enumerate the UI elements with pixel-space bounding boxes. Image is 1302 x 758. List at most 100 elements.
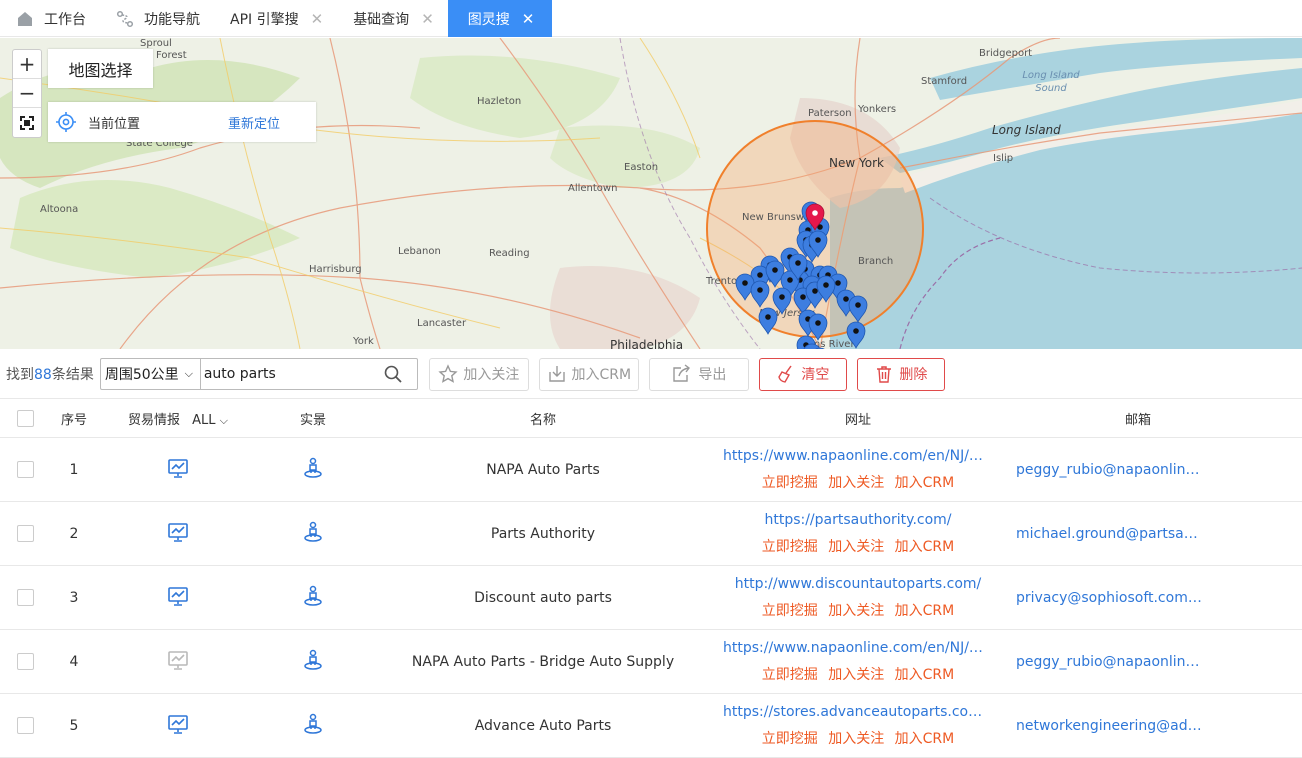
add-follow-link[interactable]: 加入关注 xyxy=(828,539,884,555)
row-url-link[interactable]: http://www.discountautoparts.com/ xyxy=(723,576,993,592)
dig-now-link[interactable]: 立即挖掘 xyxy=(762,539,818,555)
trade-chart-icon[interactable] xyxy=(167,457,189,479)
header-url: 网址 xyxy=(844,412,871,428)
search-field[interactable] xyxy=(199,358,418,390)
trade-chart-icon[interactable] xyxy=(167,521,189,543)
trade-chart-icon[interactable] xyxy=(167,649,189,671)
add-follow-link[interactable]: 加入关注 xyxy=(828,667,884,683)
dig-now-link[interactable]: 立即挖掘 xyxy=(762,731,818,747)
close-icon[interactable]: ✕ xyxy=(522,10,535,28)
row-select-cell xyxy=(0,653,50,670)
add-crm-button[interactable]: 加入CRM xyxy=(538,357,639,391)
add-follow-link[interactable]: 加入关注 xyxy=(828,603,884,619)
dig-now-link[interactable]: 立即挖掘 xyxy=(762,603,818,619)
row-index: 4 xyxy=(69,653,79,670)
trade-chart-icon[interactable] xyxy=(167,713,189,735)
row-actions: 立即挖掘 加入关注 加入CRM xyxy=(718,600,998,620)
header-email: 邮箱 xyxy=(1124,412,1151,428)
trade-intel-cell xyxy=(98,649,258,675)
row-name: Advance Auto Parts xyxy=(474,717,612,734)
tab-label: 功能导航 xyxy=(144,11,200,28)
clear-button[interactable]: 清空 xyxy=(758,357,847,391)
add-follow-link[interactable]: 加入关注 xyxy=(828,731,884,747)
tab-function-nav[interactable]: 功能导航 xyxy=(100,0,214,37)
close-icon[interactable]: ✕ xyxy=(311,10,324,28)
add-crm-link[interactable]: 加入CRM xyxy=(895,731,955,747)
street-view-icon[interactable] xyxy=(302,585,324,607)
map-view[interactable]: Sproul Forest Hazleton State College Alt… xyxy=(0,38,1302,349)
search-input[interactable] xyxy=(203,366,384,382)
chevron-down-icon: ⌵ xyxy=(219,413,228,427)
result-count-suffix: 条结果 xyxy=(51,367,94,383)
street-view-icon[interactable] xyxy=(302,713,324,735)
search-icon[interactable] xyxy=(384,365,402,383)
row-email-link[interactable]: peggy_rubio@napaonline.… xyxy=(1016,654,1206,670)
row-url-link[interactable]: https://partsauthority.com/ xyxy=(723,512,993,528)
email-cell: michael.ground@partsaut… xyxy=(998,526,1302,542)
location-marker-icon[interactable] xyxy=(772,287,792,315)
zoom-in-button[interactable]: + xyxy=(13,50,41,79)
export-button[interactable]: 导出 xyxy=(648,357,749,391)
tab-basic-query[interactable]: 基础查询 ✕ xyxy=(337,0,448,37)
realview-cell xyxy=(258,521,368,547)
street-view-icon[interactable] xyxy=(302,521,324,543)
location-marker-icon[interactable] xyxy=(750,280,770,308)
table-body: 1 NAPA Auto Parts https://www.napaonline… xyxy=(0,438,1302,758)
location-marker-icon[interactable] xyxy=(846,321,866,349)
delete-button[interactable]: 删除 xyxy=(856,357,945,391)
trade-filter-value: ALL xyxy=(192,412,216,428)
map-select-button[interactable]: 地图选择 xyxy=(48,49,153,88)
location-marker-icon[interactable] xyxy=(808,313,828,341)
result-count: 找到88条结果 xyxy=(6,364,94,384)
realview-cell xyxy=(258,713,368,739)
star-icon xyxy=(438,364,458,383)
row-checkbox[interactable] xyxy=(16,525,34,542)
dig-now-link[interactable]: 立即挖掘 xyxy=(762,667,818,683)
row-index: 1 xyxy=(69,461,79,478)
row-email-link[interactable]: peggy_rubio@napaonline.… xyxy=(1016,462,1206,478)
add-crm-link[interactable]: 加入CRM xyxy=(895,603,955,619)
location-marker-icon[interactable] xyxy=(848,295,868,323)
street-view-icon[interactable] xyxy=(302,457,324,479)
trade-intel-cell xyxy=(98,521,258,547)
location-target-icon[interactable] xyxy=(56,112,76,132)
close-icon[interactable]: ✕ xyxy=(421,10,434,28)
fullscreen-button[interactable] xyxy=(13,108,41,137)
add-crm-label: 加入CRM xyxy=(571,367,632,383)
street-view-icon[interactable] xyxy=(302,649,324,671)
select-all-checkbox[interactable] xyxy=(16,409,34,427)
delete-label: 删除 xyxy=(899,367,928,383)
add-crm-link[interactable]: 加入CRM xyxy=(895,475,955,491)
zoom-out-button[interactable]: − xyxy=(13,79,41,108)
fullscreen-icon xyxy=(20,115,34,130)
add-follow-button[interactable]: 加入关注 xyxy=(428,357,529,391)
location-marker-icon[interactable] xyxy=(758,307,778,335)
results-table: 序号 贸易情报 ALL ⌵ 实景 名称 网址 邮箱 1 NAPA Auto Par… xyxy=(0,398,1302,758)
realview-cell xyxy=(258,649,368,675)
relocate-link[interactable]: 重新定位 xyxy=(228,113,280,132)
row-url-link[interactable]: https://www.napaonline.com/en/NJ/M… xyxy=(723,640,993,656)
trade-chart-icon[interactable] xyxy=(167,585,189,607)
add-crm-link[interactable]: 加入CRM xyxy=(895,539,955,555)
row-name: Parts Authority xyxy=(490,525,596,542)
current-location-panel: 当前位置 重新定位 xyxy=(48,102,316,142)
row-email-link[interactable]: networkengineering@adv… xyxy=(1016,718,1206,734)
table-header: 序号 贸易情报 ALL ⌵ 实景 名称 网址 邮箱 xyxy=(0,398,1302,438)
add-follow-link[interactable]: 加入关注 xyxy=(828,475,884,491)
row-index: 5 xyxy=(69,717,79,734)
tab-workbench[interactable]: 工作台 xyxy=(0,0,100,37)
row-email-link[interactable]: michael.ground@partsaut… xyxy=(1016,526,1206,542)
row-checkbox[interactable] xyxy=(16,717,34,734)
dig-now-link[interactable]: 立即挖掘 xyxy=(762,475,818,491)
tab-api-search[interactable]: API 引擎搜 ✕ xyxy=(214,0,337,37)
row-url-link[interactable]: https://www.napaonline.com/en/NJ/M… xyxy=(723,448,993,464)
row-checkbox[interactable] xyxy=(16,589,34,606)
radius-select[interactable]: 周围50公里 ⌵ xyxy=(99,358,200,390)
tab-turing-search[interactable]: 图灵搜 ✕ xyxy=(447,0,553,37)
row-checkbox[interactable] xyxy=(16,461,34,478)
row-url-link[interactable]: https://stores.advanceautoparts.com/n… xyxy=(723,704,993,720)
add-crm-link[interactable]: 加入CRM xyxy=(895,667,955,683)
trade-filter-dropdown[interactable]: ALL ⌵ xyxy=(192,413,228,428)
row-email-link[interactable]: privacy@sophiosoft.com,k… xyxy=(1016,590,1206,606)
row-checkbox[interactable] xyxy=(16,653,34,670)
